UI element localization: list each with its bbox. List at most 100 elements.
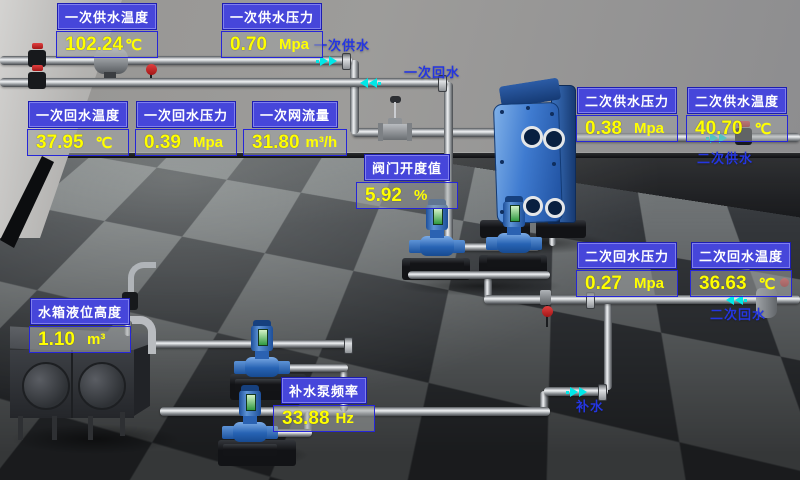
gauge-title: 水箱液位高度 [31, 299, 129, 324]
gauge-value: 31.80 [252, 132, 300, 154]
valve-flange [378, 123, 383, 141]
pump-volute [245, 357, 279, 377]
control-valve-body[interactable] [380, 124, 410, 140]
flow-dot [744, 299, 747, 302]
arrow-right-icon [329, 56, 337, 66]
gauge-primary-supply-pressure: 一次供水压力 0.70 Mpa [221, 4, 323, 58]
pump-neck [430, 229, 444, 238]
gauge-title: 阀门开度值 [365, 155, 449, 180]
gauge-value: 40.70 [695, 118, 743, 140]
valve-handle[interactable] [32, 65, 43, 71]
gauge-value: 36.63 [699, 273, 747, 295]
hx-port [523, 196, 543, 216]
gauge-value: 0.38 [585, 118, 622, 140]
pump-cap [241, 385, 259, 391]
pressure-gauge [146, 64, 157, 75]
makeup-pump[interactable] [230, 384, 270, 456]
gauge-title: 二次回水压力 [578, 243, 676, 268]
valve-handle[interactable] [32, 43, 43, 49]
gauge-value: 0.39 [144, 132, 181, 154]
gauge-unit: ℃ [759, 275, 776, 293]
gauge-value: 0.27 [585, 273, 622, 295]
shutoff-valve[interactable] [28, 72, 46, 89]
tank-manhole [78, 362, 126, 410]
gauge-unit: % [414, 187, 427, 204]
arrow-left-icon [369, 78, 377, 88]
gauge-secondary-supply-temp: 二次供水温度 40.70℃ [686, 88, 788, 142]
pump-neck [507, 226, 521, 235]
tank-manhole [22, 362, 70, 410]
gauge-title: 一次供水压力 [223, 4, 321, 29]
pipe-label-primary-return: 一次回水 [404, 62, 460, 81]
pipe-flange [344, 337, 353, 354]
gauge-title: 补水泵频率 [282, 378, 366, 403]
scada-hmi-screen: 一次供水 一次回水 二次供水 二次回水 补水 一次供水温度 102.24℃ 一次… [0, 0, 800, 480]
gauge-secondary-return-temp: 二次回水温度 36.63 ℃ [690, 243, 792, 297]
gauge-unit: ℃ [96, 134, 113, 152]
flow-dot [316, 60, 319, 63]
hx-bolts [500, 110, 504, 114]
filter-drain [104, 72, 116, 78]
gauge-value: 102.24 [65, 34, 123, 56]
arrow-left-icon [360, 78, 368, 88]
gauge-unit: Mpa [634, 120, 664, 137]
pump-volute [497, 233, 531, 253]
gauge-unit: Mpa [634, 275, 664, 292]
gauge-primary-return-temp: 一次回水温度 37.95℃ [27, 102, 129, 156]
pump-volute [233, 422, 267, 442]
pipe-label-secondary-supply: 二次供水 [697, 148, 753, 167]
pump-base [487, 255, 541, 267]
gauge-makeup-pump-freq: 补水泵频率 33.88 Hz [273, 378, 375, 432]
gauge-value: 0.70 [230, 34, 267, 56]
tank-leg [52, 416, 57, 440]
tank-shadow [10, 424, 180, 454]
flow-arrows-left [360, 78, 381, 88]
gauge-unit: m³/h [306, 134, 338, 151]
valve-handwheel[interactable] [542, 306, 553, 317]
gauge-title: 一次回水温度 [29, 102, 127, 127]
pump-volute [420, 236, 454, 256]
pipe-flange [342, 53, 351, 70]
pump-indicator [433, 208, 443, 225]
tank-side [134, 344, 150, 416]
tank-leg [120, 412, 125, 436]
pump-cap [253, 320, 271, 326]
gauge-valve-opening: 阀门开度值 5.92% [356, 155, 458, 209]
flow-dot [378, 82, 381, 85]
hx-port [521, 126, 543, 148]
pump-discharge-manifold [408, 271, 550, 279]
valve-flange [407, 123, 412, 141]
gauge-value: 1.10 [38, 329, 75, 351]
flow-dot [566, 391, 569, 394]
gauge-value: 33.88 [282, 408, 330, 430]
gauge-unit: ℃ [755, 120, 772, 138]
gauge-unit: Mpa [279, 36, 309, 53]
gauge-title: 一次供水温度 [58, 4, 156, 29]
pump-indicator [258, 329, 268, 346]
gauge-title: 二次回水温度 [692, 243, 790, 268]
gauge-primary-flow: 一次网流量 31.80m³/h [243, 102, 347, 156]
gauge-unit: m³ [87, 331, 105, 348]
gauge-title: 二次供水压力 [578, 88, 676, 113]
pipe-label-makeup: 补水 [576, 396, 604, 415]
hx-port [543, 128, 565, 150]
gauge-secondary-supply-pressure: 二次供水压力 0.38 Mpa [576, 88, 678, 142]
tank-fill-pipe [128, 316, 156, 354]
pump-indicator [246, 394, 256, 411]
pipe-primary-supply-drop [350, 60, 359, 134]
gauge-unit: ℃ [125, 36, 142, 54]
gauge-value: 5.92 [365, 185, 402, 207]
gauge-primary-supply-temp: 一次供水温度 102.24℃ [56, 4, 158, 58]
gauge-unit: Hz [336, 410, 354, 427]
tank-seam [71, 350, 73, 418]
tank-leg [18, 416, 23, 440]
gauge-primary-return-pressure: 一次回水压力 0.39Mpa [135, 102, 237, 156]
tank-leg [88, 416, 93, 440]
pipe-makeup-riser [604, 300, 612, 390]
pump-base [410, 258, 464, 270]
pump-cap [505, 196, 523, 202]
pump-neck [255, 350, 269, 359]
gauge-secondary-return-pressure: 二次回水压力 0.27 Mpa [576, 243, 678, 297]
hx-port [545, 198, 565, 218]
pump-neck [243, 415, 257, 424]
